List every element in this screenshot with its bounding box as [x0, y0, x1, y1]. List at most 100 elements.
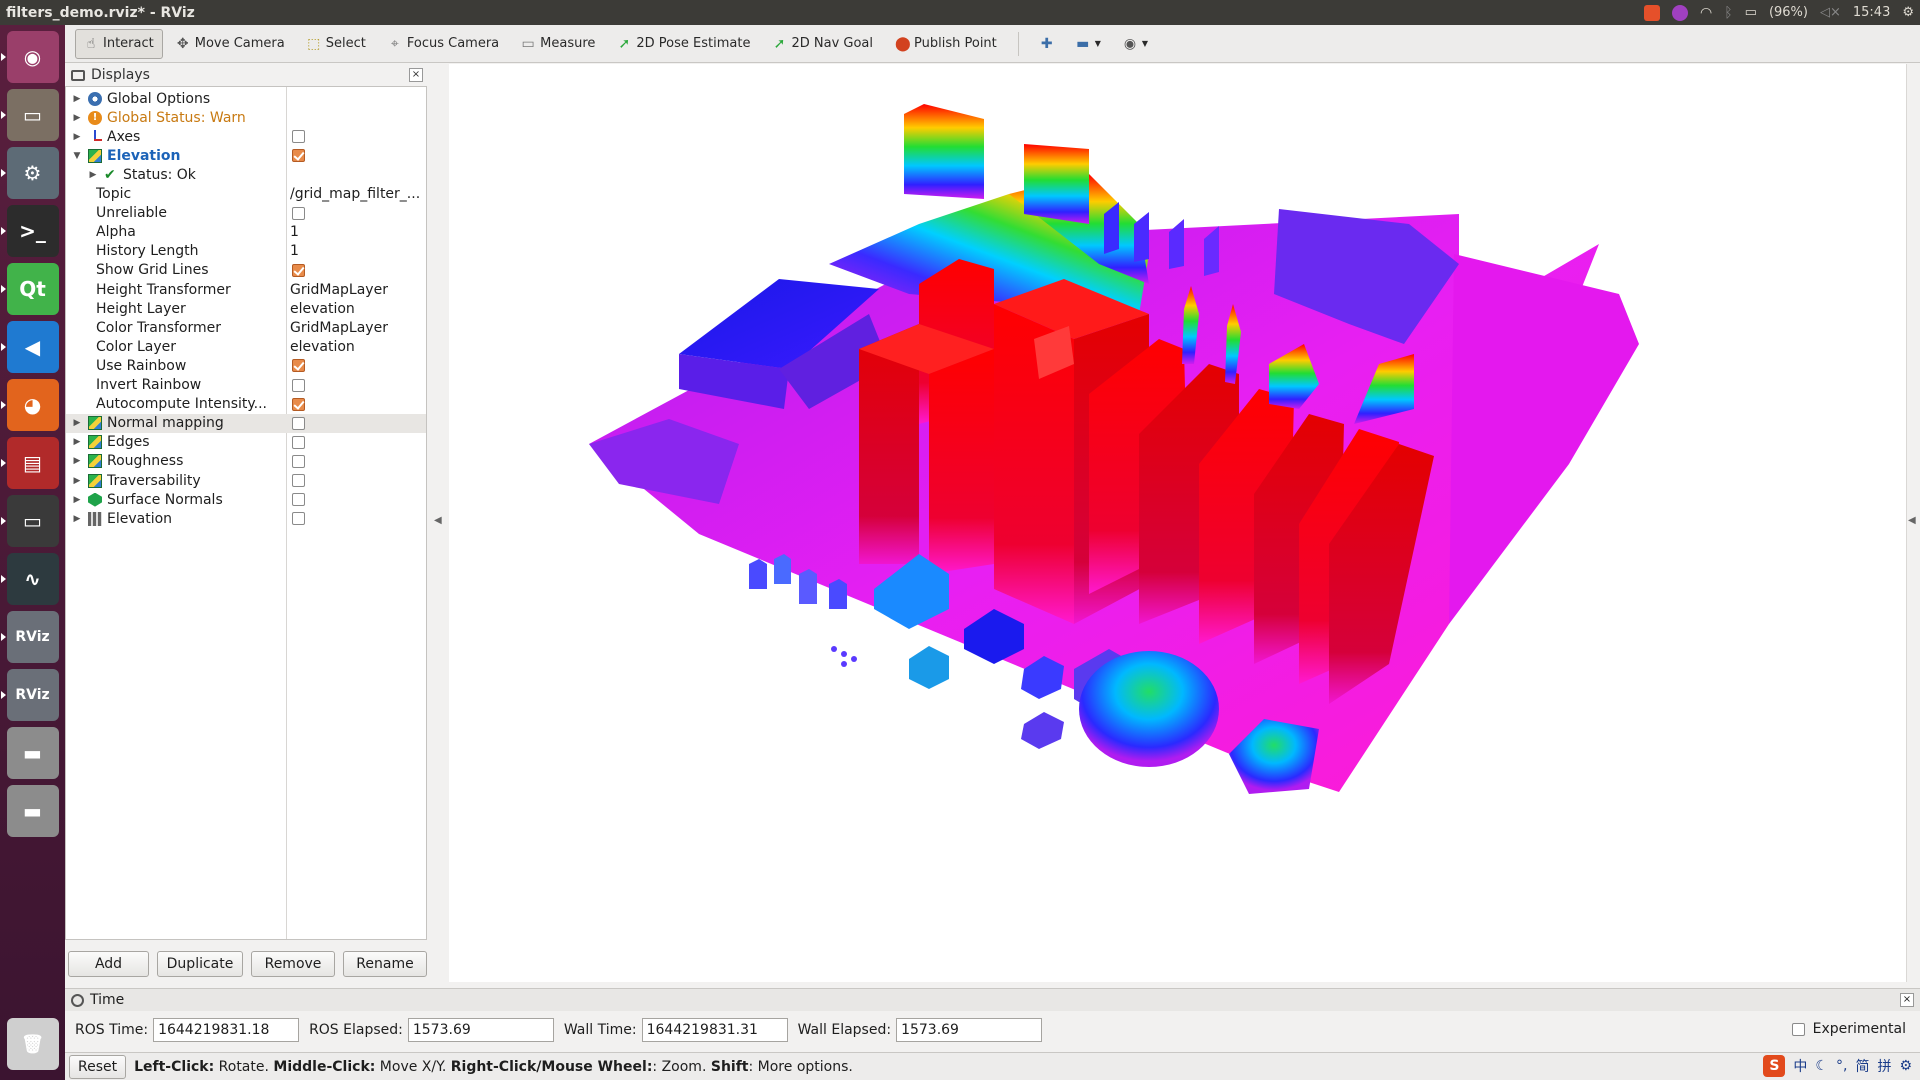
publish-point-tool-button[interactable]: ⬤ Publish Point — [886, 29, 1006, 59]
gear-icon[interactable]: ⚙ — [1899, 1058, 1912, 1074]
app-indicator-icon[interactable] — [1672, 4, 1689, 21]
expand-right-icon[interactable]: ▶ — [72, 514, 82, 524]
checkbox[interactable] — [292, 397, 305, 411]
checkbox[interactable] — [292, 206, 305, 220]
display-row-value[interactable]: 1 — [290, 224, 424, 240]
remove-tool-button[interactable]: ▬ ▼ — [1067, 29, 1110, 59]
experimental-checkbox[interactable]: Experimental — [1791, 1021, 1906, 1037]
display-row-value[interactable]: elevation — [290, 301, 424, 317]
display-row[interactable]: Height Layer elevation — [66, 299, 426, 318]
display-row[interactable]: Color Transformer GridMapLayer — [66, 318, 426, 337]
checkbox[interactable] — [292, 512, 305, 526]
checkbox[interactable] — [1791, 1022, 1805, 1036]
expand-right-icon[interactable]: ▶ — [72, 418, 82, 428]
checkbox[interactable] — [292, 435, 305, 449]
display-row[interactable]: ▶ Roughness — [66, 452, 426, 471]
expand-right-icon[interactable]: ▶ — [72, 495, 82, 505]
close-icon[interactable]: × — [409, 68, 423, 82]
checkbox[interactable] — [292, 416, 305, 430]
checkbox[interactable] — [292, 149, 305, 163]
punctuation-icon[interactable]: °, — [1836, 1058, 1847, 1074]
display-row[interactable]: Use Rainbow — [66, 356, 426, 375]
display-row[interactable]: ▶! Global Status: Warn — [66, 108, 426, 127]
checkbox[interactable] — [292, 493, 305, 507]
display-row-value[interactable]: GridMapLayer — [290, 320, 424, 336]
view-options-button[interactable]: ◉ ▼ — [1114, 29, 1157, 59]
files-icon[interactable]: ▭ — [0, 89, 59, 141]
app-red-icon[interactable]: ▤ — [0, 437, 59, 489]
remove-button[interactable]: Remove — [251, 951, 335, 977]
expand-right-icon[interactable]: ▶ — [72, 132, 82, 142]
sogou-icon[interactable] — [1644, 4, 1661, 21]
expand-right-icon[interactable]: ▶ — [72, 476, 82, 486]
rviz-icon[interactable]: RViz — [0, 669, 59, 721]
checkbox[interactable] — [292, 359, 305, 373]
wifi-icon[interactable]: ◠ — [1700, 5, 1712, 21]
add-tool-button[interactable]: ✚ — [1031, 29, 1063, 59]
add-button[interactable]: Add — [68, 951, 149, 977]
wall-time-field[interactable]: 1644219831.31 — [641, 1018, 788, 1042]
checkbox[interactable] — [292, 378, 305, 392]
rename-button[interactable]: Rename — [343, 951, 427, 977]
display-row[interactable]: Topic/grid_map_filter_... — [66, 185, 426, 204]
ime-pinyin[interactable]: 拼 — [1877, 1056, 1891, 1076]
battery-icon[interactable]: ▭ — [1745, 5, 1757, 20]
drive-icon[interactable]: ▬ — [6, 785, 59, 837]
display-row[interactable]: Show Grid Lines — [66, 261, 426, 280]
bluetooth-icon[interactable]: ᛒ — [1724, 5, 1732, 21]
display-row[interactable]: Height Transformer GridMapLayer — [66, 280, 426, 299]
display-row[interactable]: ▶ Axes — [66, 127, 426, 146]
expand-right-icon[interactable]: ▶ — [72, 113, 82, 123]
clock[interactable]: 15:43 — [1853, 5, 1890, 20]
reset-button[interactable]: Reset — [69, 1054, 127, 1079]
expand-right-icon[interactable]: ▶ — [72, 94, 82, 104]
display-row[interactable]: ▶ Edges — [66, 433, 426, 452]
display-row-value[interactable]: elevation — [290, 339, 424, 355]
expand-right-icon[interactable]: ▶ — [88, 170, 98, 180]
rviz-icon[interactable]: RViz — [0, 611, 59, 663]
display-row[interactable]: ▶ Elevation — [66, 509, 426, 528]
checkbox[interactable] — [292, 130, 305, 144]
expand-right-icon[interactable]: ▶ — [72, 437, 82, 447]
focus-camera-tool-button[interactable]: ⌖ Focus Camera — [379, 29, 508, 59]
ime-language[interactable]: 中 — [1793, 1056, 1807, 1076]
ros-time-field[interactable]: 1644219831.18 — [153, 1018, 300, 1042]
measure-tool-button[interactable]: ▭ Measure — [512, 29, 604, 59]
display-row-value[interactable]: 1 — [290, 243, 424, 259]
render-viewport[interactable] — [449, 64, 1906, 982]
checkbox[interactable] — [292, 474, 305, 487]
ros-elapsed-field[interactable]: 1573.69 — [407, 1018, 554, 1042]
terminal-icon[interactable]: >_ — [0, 205, 59, 257]
system-monitor-icon[interactable]: ∿ — [0, 553, 59, 605]
display-row[interactable]: Unreliable — [66, 204, 426, 223]
checkbox[interactable] — [292, 454, 305, 468]
expand-down-icon[interactable]: ▼ — [72, 151, 82, 161]
interact-tool-button[interactable]: ☝ Interact — [75, 28, 163, 59]
ubuntu-dash-icon[interactable]: ◉ — [0, 31, 59, 83]
qt-creator-icon[interactable]: Qt — [0, 263, 59, 315]
duplicate-button[interactable]: Duplicate — [157, 951, 243, 977]
settings-icon[interactable]: ⚙ — [0, 147, 59, 199]
display-row-value[interactable]: /grid_map_filter_... — [290, 186, 424, 202]
display-row[interactable]: Autocompute Intensity... — [66, 395, 426, 414]
display-row[interactable]: ▶ Surface Normals — [66, 490, 426, 509]
wall-elapsed-field[interactable]: 1573.69 — [896, 1018, 1043, 1042]
power-gear-icon[interactable]: ⚙ — [1902, 5, 1914, 20]
display-row[interactable]: ▶ ✔ Status: Ok — [66, 165, 426, 184]
display-row[interactable]: ▶ Global Options — [66, 89, 426, 108]
display-row[interactable]: ▶ Traversability — [66, 471, 426, 490]
expand-right-icon[interactable]: ▶ — [72, 456, 82, 466]
sogou-icon[interactable]: S — [1763, 1055, 1786, 1077]
pose-estimate-tool-button[interactable]: ➚ 2D Pose Estimate — [608, 29, 759, 59]
trash-icon[interactable]: 🗑 — [6, 1018, 59, 1070]
close-icon[interactable]: × — [1900, 993, 1914, 1007]
display-row[interactable]: History Length 1 — [66, 242, 426, 261]
move-camera-tool-button[interactable]: ✥ Move Camera — [167, 29, 294, 59]
display-row[interactable]: ▼ Elevation — [66, 146, 426, 165]
volume-icon[interactable]: ◁× — [1820, 5, 1841, 20]
display-row[interactable]: Color Layer elevation — [66, 337, 426, 356]
nav-goal-tool-button[interactable]: ➚ 2D Nav Goal — [763, 29, 882, 59]
display-row[interactable]: Invert Rainbow — [66, 376, 426, 395]
drive-icon[interactable]: ▬ — [6, 727, 59, 779]
collapse-left-handle[interactable]: ◀ — [434, 515, 442, 526]
